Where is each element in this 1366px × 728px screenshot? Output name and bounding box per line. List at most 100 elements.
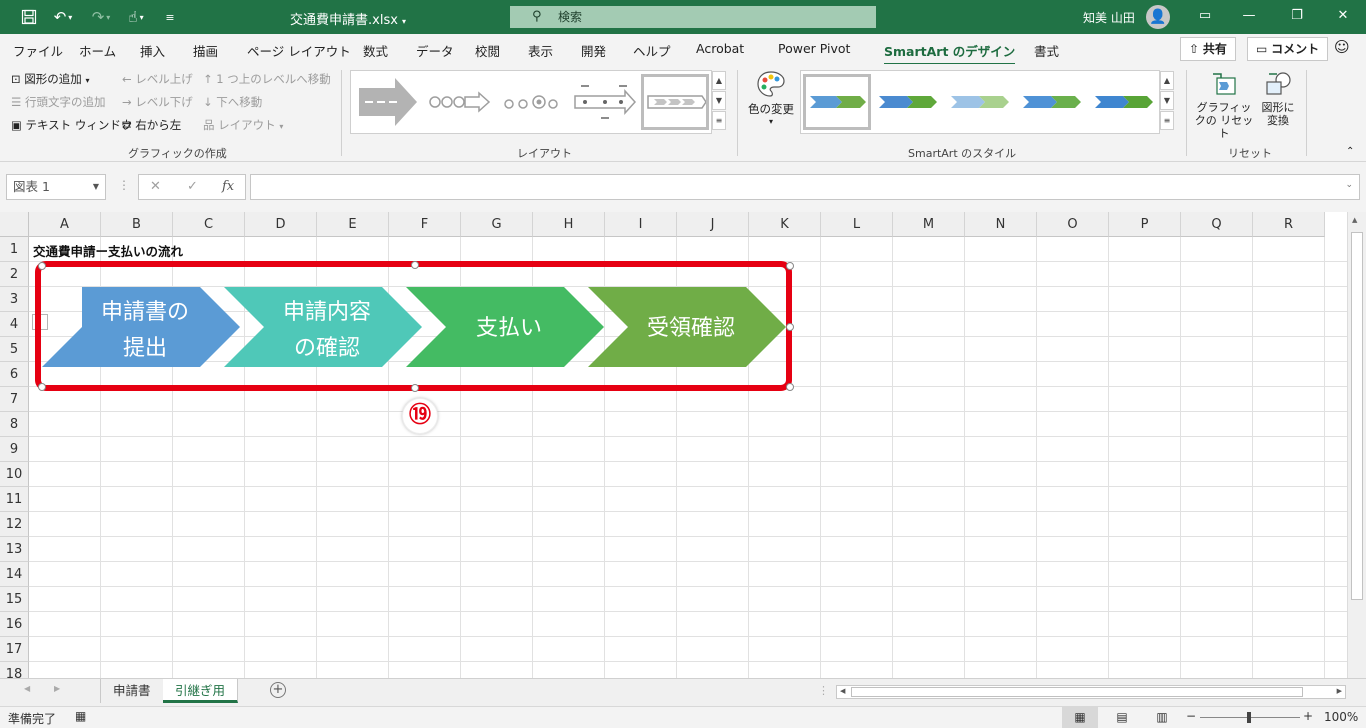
layout-option-timeline-arrow[interactable] — [571, 74, 637, 130]
tab-formulas[interactable]: 数式 — [363, 41, 388, 60]
worksheet-grid[interactable]: ABCDEFGHIJKLMNOPQR 1 2 3 4 5 6 7 8 9 10 11 12 13 14 15… — [0, 212, 1366, 678]
row-header-7[interactable]: 7 — [0, 387, 29, 412]
column-header-h[interactable]: H — [533, 212, 605, 237]
column-header-i[interactable]: I — [605, 212, 677, 237]
row-header-2[interactable]: 2 — [0, 262, 29, 287]
scroll-up-icon[interactable]: ▲ — [1352, 216, 1357, 224]
normal-view-icon[interactable]: ▦ — [1062, 707, 1098, 728]
column-header-n[interactable]: N — [965, 212, 1037, 237]
gallery-scroll-down-icon[interactable]: ▼ — [712, 91, 726, 110]
style-option-4[interactable] — [1019, 74, 1085, 130]
row-header-1[interactable]: 1 — [0, 237, 29, 262]
column-header-f[interactable]: F — [389, 212, 461, 237]
user-name[interactable]: 知美 山田 — [1083, 9, 1135, 26]
text-pane-button[interactable]: ▣ テキスト ウィンドウ — [11, 117, 132, 133]
expand-formula-icon[interactable]: ⌄ — [1345, 180, 1353, 190]
tab-smartart-design[interactable]: SmartArt のデザイン — [884, 41, 1016, 66]
zoom-slider-thumb[interactable] — [1247, 712, 1251, 723]
scroll-right-icon[interactable]: ▶ — [1337, 687, 1342, 695]
formula-input[interactable]: ⌄ — [250, 174, 1360, 200]
resize-handle[interactable] — [411, 384, 419, 392]
right-to-left-button[interactable]: ⇄ 右から左 — [122, 117, 181, 133]
macro-record-icon[interactable]: ▦ — [75, 709, 86, 723]
row-header-4[interactable]: 4 — [0, 312, 29, 337]
row-header-3[interactable]: 3 — [0, 287, 29, 312]
comment-button[interactable]: ▭ コメント — [1247, 37, 1329, 61]
minimize-icon[interactable]: — — [1234, 6, 1264, 26]
column-header-d[interactable]: D — [245, 212, 317, 237]
tab-draw[interactable]: 描画 — [193, 41, 218, 60]
page-layout-view-icon[interactable]: ▤ — [1110, 707, 1134, 728]
style-option-5[interactable] — [1091, 74, 1157, 130]
style-scroll-down-icon[interactable]: ▼ — [1160, 91, 1174, 110]
row-header-11[interactable]: 11 — [0, 487, 29, 512]
close-icon[interactable]: ✕ — [1328, 6, 1358, 26]
row-header-9[interactable]: 9 — [0, 437, 29, 462]
sheet-tab-1[interactable]: 申請書 — [100, 679, 164, 703]
share-button[interactable]: ⇧ 共有 — [1180, 37, 1236, 61]
search-box[interactable]: ⚲ 検索 — [510, 6, 876, 28]
prev-sheet-icon[interactable]: ◀ — [24, 684, 30, 693]
style-more-icon[interactable]: ≡ — [1160, 111, 1174, 130]
column-header-l[interactable]: L — [821, 212, 893, 237]
tab-power-pivot[interactable]: Power Pivot — [778, 41, 850, 56]
column-header-g[interactable]: G — [461, 212, 533, 237]
column-header-e[interactable]: E — [317, 212, 389, 237]
column-header-b[interactable]: B — [101, 212, 173, 237]
enter-icon[interactable]: ✓ — [187, 179, 198, 194]
tab-developer[interactable]: 開発 — [581, 41, 606, 60]
resize-handle[interactable] — [411, 261, 419, 269]
function-icon[interactable]: fx — [222, 179, 234, 194]
add-sheet-icon[interactable]: + — [270, 682, 286, 698]
vertical-scrollbar[interactable]: ▲ — [1347, 212, 1366, 678]
resize-handle[interactable] — [786, 323, 794, 331]
column-header-o[interactable]: O — [1037, 212, 1109, 237]
gallery-scroll-up-icon[interactable]: ▲ — [712, 71, 726, 90]
row-header-5[interactable]: 5 — [0, 337, 29, 362]
add-shape-button[interactable]: ⊡ 図形の追加 ▾ — [11, 71, 89, 87]
name-box[interactable]: 図表 1 ▼ — [6, 174, 106, 200]
resize-handle[interactable] — [786, 262, 794, 270]
tab-format[interactable]: 書式 — [1034, 41, 1059, 60]
horizontal-scrollbar[interactable]: ◀ ▶ — [836, 685, 1346, 699]
style-scroll-up-icon[interactable]: ▲ — [1160, 71, 1174, 90]
tab-data[interactable]: データ — [416, 41, 454, 60]
tab-page-layout[interactable]: ページ レイアウト — [247, 41, 351, 60]
row-header-10[interactable]: 10 — [0, 462, 29, 487]
smartart-graphic[interactable]: 申請書の提出 申請内容の確認 支払い 受領確認 — [30, 261, 810, 421]
row-header-6[interactable]: 6 — [0, 362, 29, 387]
row-header-13[interactable]: 13 — [0, 537, 29, 562]
vertical-scroll-thumb[interactable] — [1351, 232, 1363, 600]
tab-acrobat[interactable]: Acrobat — [696, 41, 744, 56]
page-break-view-icon[interactable]: ▥ — [1150, 707, 1174, 728]
select-all-corner[interactable] — [0, 212, 29, 237]
convert-to-shapes-button[interactable]: 図形に 変換 — [1256, 70, 1300, 127]
layout-option-circle-arrows[interactable] — [427, 74, 493, 130]
style-option-selected[interactable] — [803, 74, 871, 130]
sheet-tab-2[interactable]: 引継ぎ用 — [163, 679, 239, 703]
tab-view[interactable]: 表示 — [528, 41, 553, 60]
collapse-ribbon-icon[interactable]: ⌃ — [1346, 146, 1354, 157]
resize-handle[interactable] — [38, 262, 46, 270]
undo-icon[interactable]: ↶ ▾ — [48, 7, 78, 27]
zoom-in-icon[interactable]: + — [1303, 709, 1313, 723]
restore-icon[interactable]: ❐ — [1282, 6, 1312, 26]
style-option-2[interactable] — [875, 74, 941, 130]
scroll-left-icon[interactable]: ◀ — [840, 687, 845, 695]
column-header-a[interactable]: A — [29, 212, 101, 237]
gallery-more-icon[interactable]: ≡ — [712, 111, 726, 130]
tab-review[interactable]: 校閲 — [475, 41, 500, 60]
style-option-3[interactable] — [947, 74, 1013, 130]
save-icon[interactable] — [18, 7, 40, 27]
row-header-15[interactable]: 15 — [0, 587, 29, 612]
column-header-m[interactable]: M — [893, 212, 965, 237]
tab-home[interactable]: ホーム — [79, 41, 116, 60]
column-header-p[interactable]: P — [1109, 212, 1181, 237]
cancel-icon[interactable]: ✕ — [150, 179, 161, 194]
ribbon-display-icon[interactable]: ▭ — [1190, 6, 1220, 26]
layout-option-circle-chain[interactable] — [499, 74, 565, 130]
row-header-8[interactable]: 8 — [0, 412, 29, 437]
change-colors-button[interactable]: 色の変更 ▾ — [746, 70, 796, 136]
next-sheet-icon[interactable]: ▶ — [54, 684, 60, 693]
reset-graphic-button[interactable]: グラフィックの リセット — [1192, 70, 1256, 140]
